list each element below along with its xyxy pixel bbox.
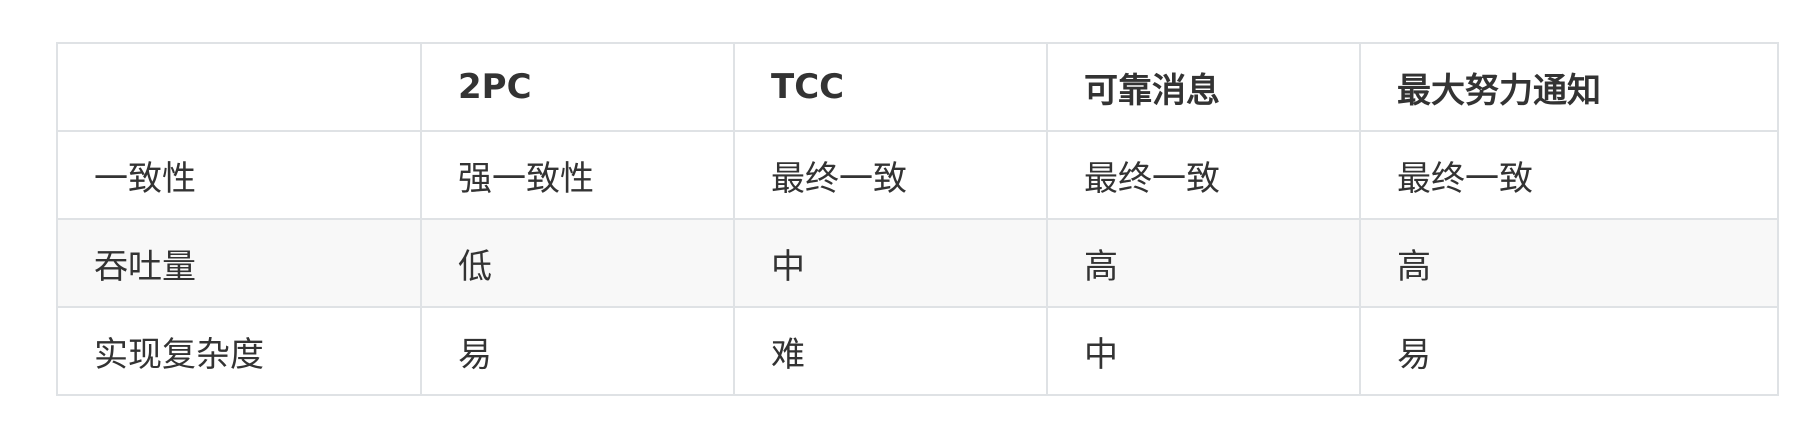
header-cell-best-effort: 最大努力通知 bbox=[1359, 42, 1779, 132]
row-label-cell: 吞吐量 bbox=[56, 218, 422, 308]
table-cell: 最终一致 bbox=[1046, 130, 1361, 220]
comparison-table: 2PC TCC 可靠消息 最大努力通知 一致性 强一致性 最终一致 最终一致 最… bbox=[56, 42, 1779, 396]
table-cell: 最终一致 bbox=[733, 130, 1048, 220]
table-cell: 高 bbox=[1359, 218, 1779, 308]
row-label-cell: 实现复杂度 bbox=[56, 306, 422, 396]
table-cell: 低 bbox=[420, 218, 735, 308]
header-cell-empty bbox=[56, 42, 422, 132]
header-cell-reliable-message: 可靠消息 bbox=[1046, 42, 1361, 132]
row-label-cell: 一致性 bbox=[56, 130, 422, 220]
table-header-row: 2PC TCC 可靠消息 最大努力通知 bbox=[56, 42, 1779, 132]
table-cell: 中 bbox=[1046, 306, 1361, 396]
header-cell-2pc: 2PC bbox=[420, 42, 735, 132]
table-cell: 易 bbox=[1359, 306, 1779, 396]
table-row: 实现复杂度 易 难 中 易 bbox=[56, 306, 1779, 396]
table-cell: 高 bbox=[1046, 218, 1361, 308]
header-cell-tcc: TCC bbox=[733, 42, 1048, 132]
table-cell: 强一致性 bbox=[420, 130, 735, 220]
table-cell: 最终一致 bbox=[1359, 130, 1779, 220]
table-cell: 中 bbox=[733, 218, 1048, 308]
table-cell: 易 bbox=[420, 306, 735, 396]
table-row: 吞吐量 低 中 高 高 bbox=[56, 218, 1779, 308]
table-row: 一致性 强一致性 最终一致 最终一致 最终一致 bbox=[56, 130, 1779, 220]
table-cell: 难 bbox=[733, 306, 1048, 396]
